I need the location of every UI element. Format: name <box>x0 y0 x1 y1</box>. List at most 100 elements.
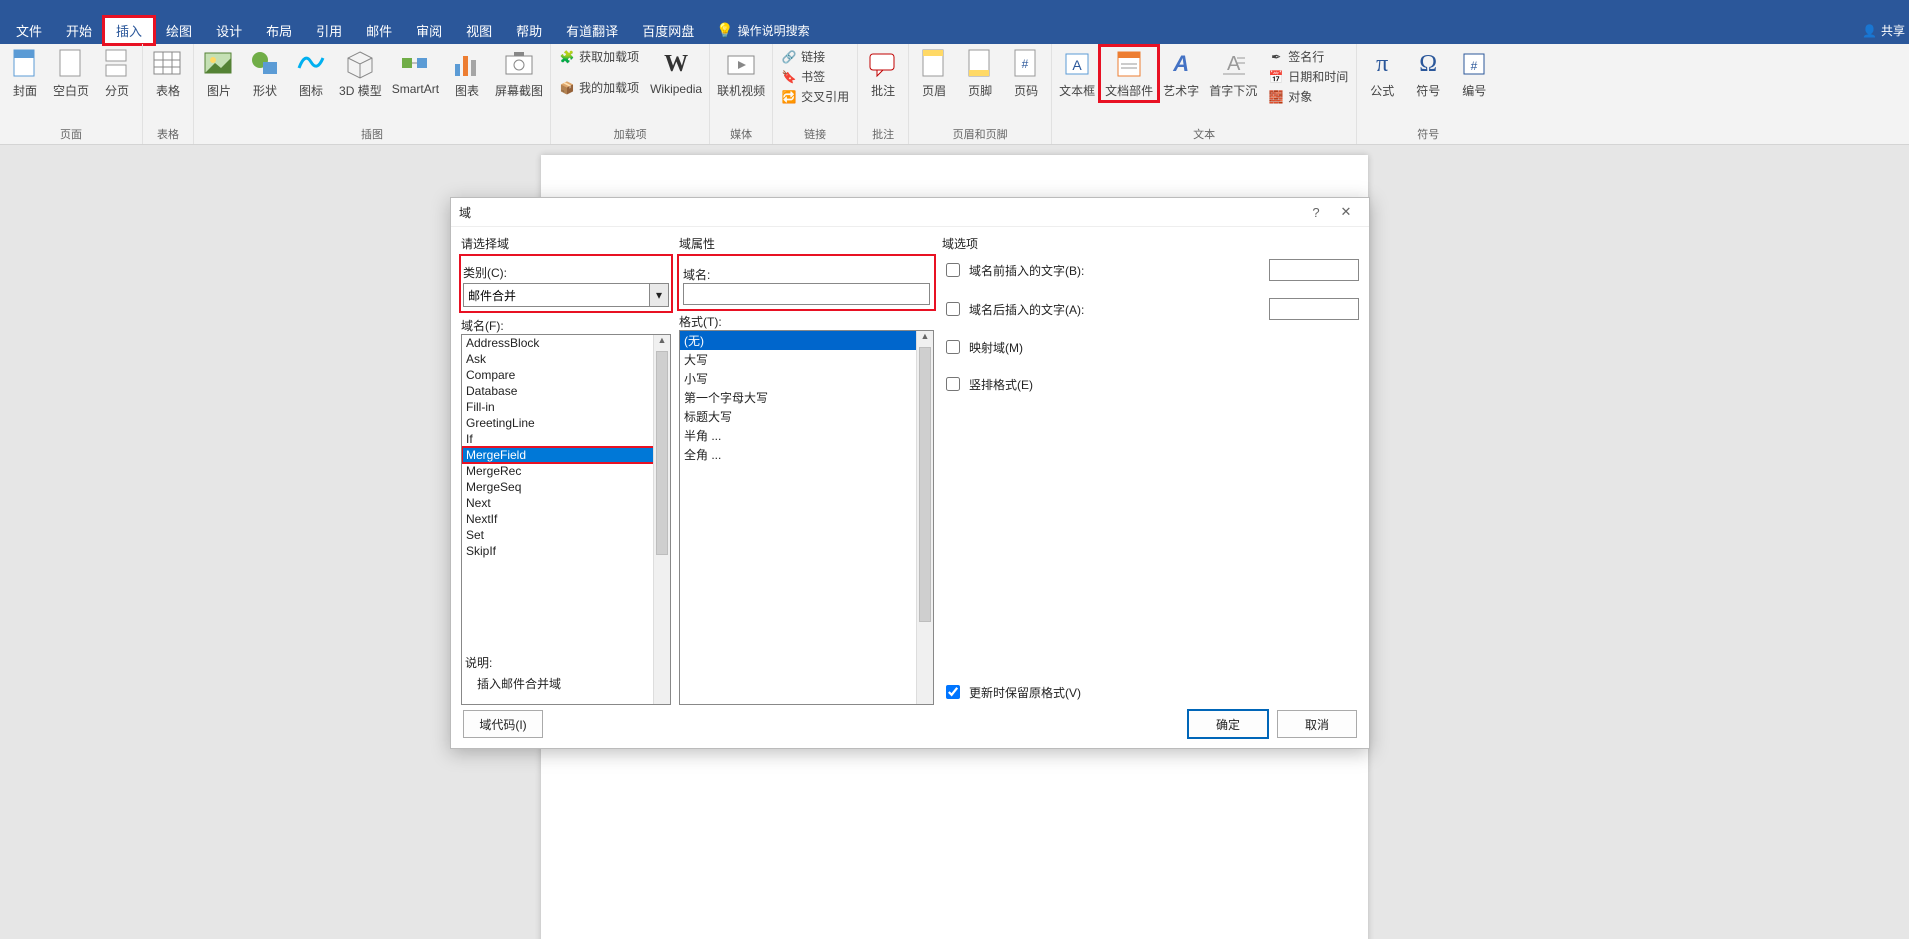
category-input[interactable] <box>464 284 649 306</box>
pictures-button[interactable]: 图片 <box>196 46 242 101</box>
header-button[interactable]: 页眉 <box>911 46 957 101</box>
page-break-button[interactable]: 分页 <box>94 46 140 101</box>
field-item-nextif[interactable]: NextIf <box>462 511 670 527</box>
bookmark-button[interactable]: 🔖书签 <box>779 67 851 86</box>
format-list-scrollbar[interactable]: ▲ ▼ <box>916 331 933 704</box>
tab-home[interactable]: 开始 <box>54 17 104 44</box>
tab-baidu[interactable]: 百度网盘 <box>630 17 706 44</box>
vertical-format-checkbox[interactable] <box>946 377 960 391</box>
signature-line-button[interactable]: ✒签名行 <box>1266 47 1350 66</box>
field-item-next[interactable]: Next <box>462 495 670 511</box>
number-button[interactable]: #编号 <box>1451 46 1497 101</box>
icons-button[interactable]: 图标 <box>288 46 334 101</box>
tell-me[interactable]: 💡 操作说明搜索 <box>716 22 809 39</box>
text-before-input[interactable] <box>1269 259 1359 281</box>
text-after-checkbox[interactable] <box>946 302 960 316</box>
domain-name-input[interactable] <box>683 283 930 305</box>
wikipedia-button[interactable]: WWikipedia <box>645 46 707 98</box>
drop-cap-button[interactable]: A首字下沉 <box>1204 46 1262 101</box>
fieldnames-label: 域名(F): <box>461 317 671 334</box>
format-item-6[interactable]: 全角 ... <box>680 445 933 464</box>
ok-button[interactable]: 确定 <box>1187 709 1269 739</box>
footer-button[interactable]: 页脚 <box>957 46 1003 101</box>
symbol-button[interactable]: Ω符号 <box>1405 46 1451 101</box>
wordart-button[interactable]: A艺术字 <box>1158 46 1204 101</box>
field-item-set[interactable]: Set <box>462 527 670 543</box>
field-item-ask[interactable]: Ask <box>462 351 670 367</box>
crossref-button[interactable]: 🔁交叉引用 <box>779 87 851 106</box>
page-number-button[interactable]: #页码 <box>1003 46 1049 101</box>
category-combobox[interactable]: ▾ <box>463 283 669 307</box>
cancel-button[interactable]: 取消 <box>1277 710 1357 738</box>
tab-insert[interactable]: 插入 <box>104 17 154 44</box>
field-item-addressblock[interactable]: AddressBlock <box>462 335 670 351</box>
cover-page-button[interactable]: 封面 <box>2 46 48 101</box>
field-item-skipif[interactable]: SkipIf <box>462 543 670 559</box>
signature-icon: ✒ <box>1268 49 1284 65</box>
field-item-fill-in[interactable]: Fill-in <box>462 399 670 415</box>
scroll-up-icon[interactable]: ▲ <box>654 335 670 351</box>
comment-button[interactable]: 批注 <box>860 46 906 101</box>
online-video-button[interactable]: 联机视频 <box>712 46 770 101</box>
blank-page-button[interactable]: 空白页 <box>48 46 94 101</box>
format-item-5[interactable]: 半角 ... <box>680 426 933 445</box>
screenshot-icon <box>503 48 535 80</box>
preserve-format-checkbox[interactable] <box>946 685 960 699</box>
chart-button[interactable]: 图表 <box>444 46 490 101</box>
field-item-mergefield[interactable]: MergeField <box>462 447 670 463</box>
hyperlink-button[interactable]: 🔗链接 <box>779 47 851 66</box>
field-list-scrollbar[interactable]: ▲ ▼ <box>653 335 670 704</box>
field-item-if[interactable]: If <box>462 431 670 447</box>
format-item-4[interactable]: 标题大写 <box>680 407 933 426</box>
scroll-up-icon[interactable]: ▲ <box>917 331 933 347</box>
field-codes-button[interactable]: 域代码(I) <box>463 710 543 738</box>
3d-models-button[interactable]: 3D 模型 <box>334 46 387 101</box>
shapes-button[interactable]: 形状 <box>242 46 288 101</box>
tab-review[interactable]: 审阅 <box>404 17 454 44</box>
dialog-close-button[interactable]: ✕ <box>1331 204 1361 220</box>
field-item-database[interactable]: Database <box>462 383 670 399</box>
dialog-help-button[interactable]: ? <box>1301 205 1331 220</box>
quick-parts-button[interactable]: 文档部件 <box>1100 46 1158 101</box>
date-time-button[interactable]: 📅日期和时间 <box>1266 67 1350 86</box>
group-media: 联机视频 媒体 <box>710 44 773 144</box>
tab-mailings[interactable]: 邮件 <box>354 17 404 44</box>
text-before-checkbox[interactable] <box>946 263 960 277</box>
document-area: 域 ? ✕ 请选择域 类别(C): ▾ 域名(F): AddressBlockA… <box>0 145 1909 939</box>
format-item-2[interactable]: 小写 <box>680 369 933 388</box>
text-after-input[interactable] <box>1269 298 1359 320</box>
format-item-1[interactable]: 大写 <box>680 350 933 369</box>
domain-name-label: 域名: <box>683 266 930 283</box>
get-addins-button[interactable]: 🧩获取加载项 <box>557 47 641 66</box>
tab-view[interactable]: 视图 <box>454 17 504 44</box>
equation-button[interactable]: π公式 <box>1359 46 1405 101</box>
field-item-compare[interactable]: Compare <box>462 367 670 383</box>
share-button[interactable]: 👤 共享 <box>1862 22 1905 39</box>
table-button[interactable]: 表格 <box>145 46 191 101</box>
chevron-down-icon[interactable]: ▾ <box>649 284 668 306</box>
format-item-0[interactable]: (无) <box>680 331 933 350</box>
smartart-button[interactable]: SmartArt <box>387 46 444 98</box>
tab-file[interactable]: 文件 <box>4 17 54 44</box>
format-item-3[interactable]: 第一个字母大写 <box>680 388 933 407</box>
tab-layout[interactable]: 布局 <box>254 17 304 44</box>
tab-design[interactable]: 设计 <box>204 17 254 44</box>
addins-icon: 📦 <box>559 80 575 96</box>
field-item-greetingline[interactable]: GreetingLine <box>462 415 670 431</box>
screenshot-button[interactable]: 屏幕截图 <box>490 46 548 101</box>
tab-help[interactable]: 帮助 <box>504 17 554 44</box>
field-item-mergeseq[interactable]: MergeSeq <box>462 479 670 495</box>
tab-youdao[interactable]: 有道翻译 <box>554 17 630 44</box>
tab-draw[interactable]: 绘图 <box>154 17 204 44</box>
field-names-listbox[interactable]: AddressBlockAskCompareDatabaseFill-inGre… <box>461 334 671 705</box>
format-label: 格式(T): <box>679 313 934 330</box>
mapped-field-checkbox[interactable] <box>946 340 960 354</box>
format-listbox[interactable]: (无)大写小写第一个字母大写标题大写半角 ...全角 ... ▲ ▼ <box>679 330 934 705</box>
field-item-mergerec[interactable]: MergeRec <box>462 463 670 479</box>
textbox-button[interactable]: A文本框 <box>1054 46 1100 101</box>
my-addins-button[interactable]: 📦我的加载项 <box>557 78 641 97</box>
group-illustrations-label: 插图 <box>196 124 548 144</box>
object-button[interactable]: 🧱对象 <box>1266 87 1350 106</box>
tab-references[interactable]: 引用 <box>304 17 354 44</box>
group-links-label: 链接 <box>775 124 855 144</box>
